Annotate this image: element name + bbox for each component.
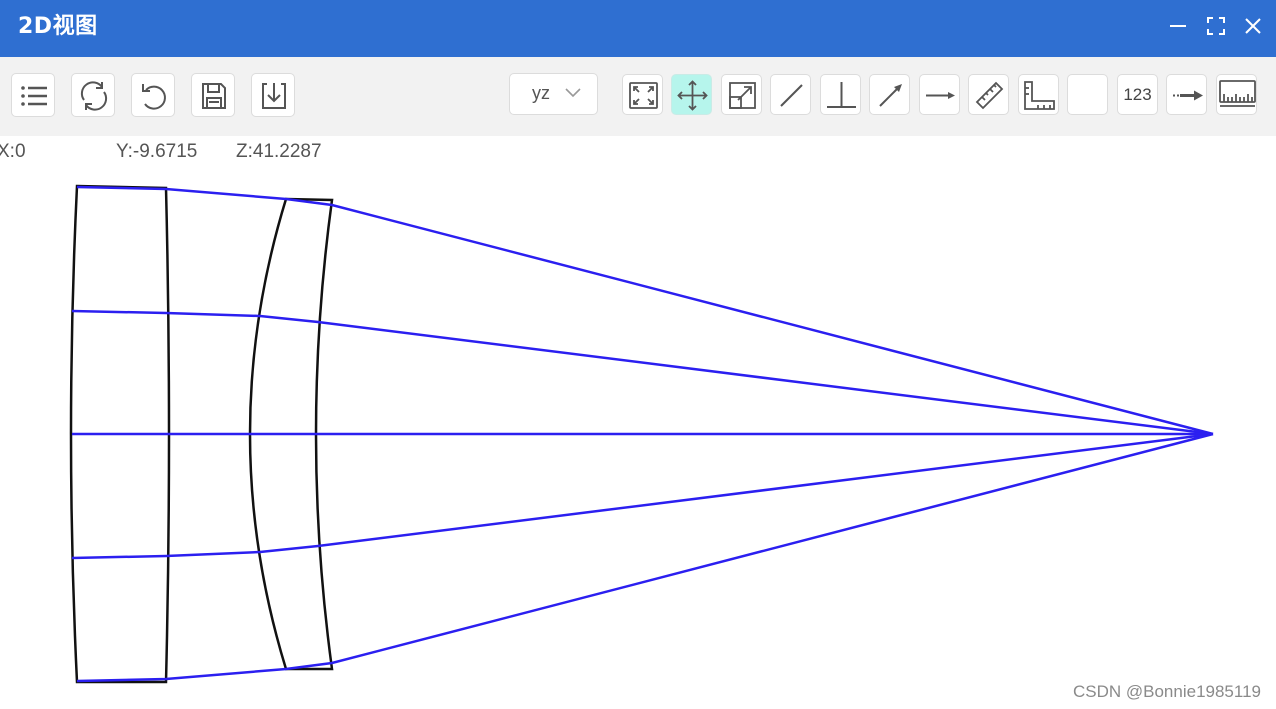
ray-lower	[71, 432, 1214, 560]
number-label-button[interactable]: 123	[1117, 74, 1158, 115]
refresh-button[interactable]	[71, 73, 115, 117]
close-icon[interactable]	[1240, 13, 1266, 39]
arrow-line-icon	[879, 84, 902, 107]
perpendicular-tool-button[interactable]	[820, 74, 861, 115]
chevron-down-icon	[565, 88, 581, 98]
ray-upper	[71, 309, 1214, 436]
fit-view-button[interactable]	[622, 74, 663, 115]
list-icon	[21, 86, 47, 106]
maximize-icon[interactable]	[1203, 13, 1229, 39]
download-button[interactable]	[251, 73, 295, 117]
pan-button[interactable]	[671, 74, 712, 115]
scale-bar-tool-button[interactable]	[1216, 74, 1257, 115]
perpendicular-icon	[827, 82, 856, 108]
undo-button[interactable]	[131, 73, 175, 117]
number-label: 123	[1123, 84, 1152, 104]
dashed-arrow-tool-button[interactable]	[1166, 74, 1207, 115]
optical-layout-canvas[interactable]	[0, 136, 1276, 709]
angle-ruler-tool-button[interactable]	[1018, 74, 1059, 115]
save-icon	[202, 83, 226, 109]
app-window: 2D视图 yz 123 X:0 Y:-9.6715 Z:41.2287 CSDN…	[0, 0, 1276, 709]
undo-icon	[142, 84, 166, 110]
zoom-window-icon	[729, 82, 756, 109]
watermark: CSDN @Bonnie1985119	[1072, 682, 1261, 701]
blank-tool-button[interactable]	[1067, 74, 1108, 115]
download-icon	[262, 83, 286, 109]
minimize-icon[interactable]	[1165, 13, 1191, 39]
view-plane-select[interactable]: yz	[509, 73, 598, 115]
toolbar: yz 123	[0, 57, 1276, 136]
list-button[interactable]	[11, 73, 55, 117]
save-button[interactable]	[191, 73, 235, 117]
angle-ruler-icon	[1024, 81, 1055, 110]
ray-bottom	[76, 432, 1214, 683]
horizontal-arrow-icon	[926, 92, 955, 99]
line-icon	[780, 84, 803, 107]
pan-icon	[677, 80, 708, 111]
arrow-line-tool-button[interactable]	[869, 74, 910, 115]
dashed-arrow-icon	[1173, 90, 1203, 101]
fit-view-icon	[629, 82, 658, 109]
ruler-icon	[975, 81, 1004, 110]
line-tool-button[interactable]	[770, 74, 811, 115]
zoom-window-button[interactable]	[721, 74, 762, 115]
title-bar: 2D视图	[0, 0, 1276, 57]
scale-bar-icon	[1219, 80, 1256, 107]
window-title: 2D视图	[18, 14, 98, 39]
refresh-icon	[80, 81, 108, 111]
ruler-tool-button[interactable]	[968, 74, 1009, 115]
view-plane-value: yz	[532, 83, 550, 103]
horizontal-arrow-tool-button[interactable]	[919, 74, 960, 115]
ray-top	[76, 185, 1214, 436]
